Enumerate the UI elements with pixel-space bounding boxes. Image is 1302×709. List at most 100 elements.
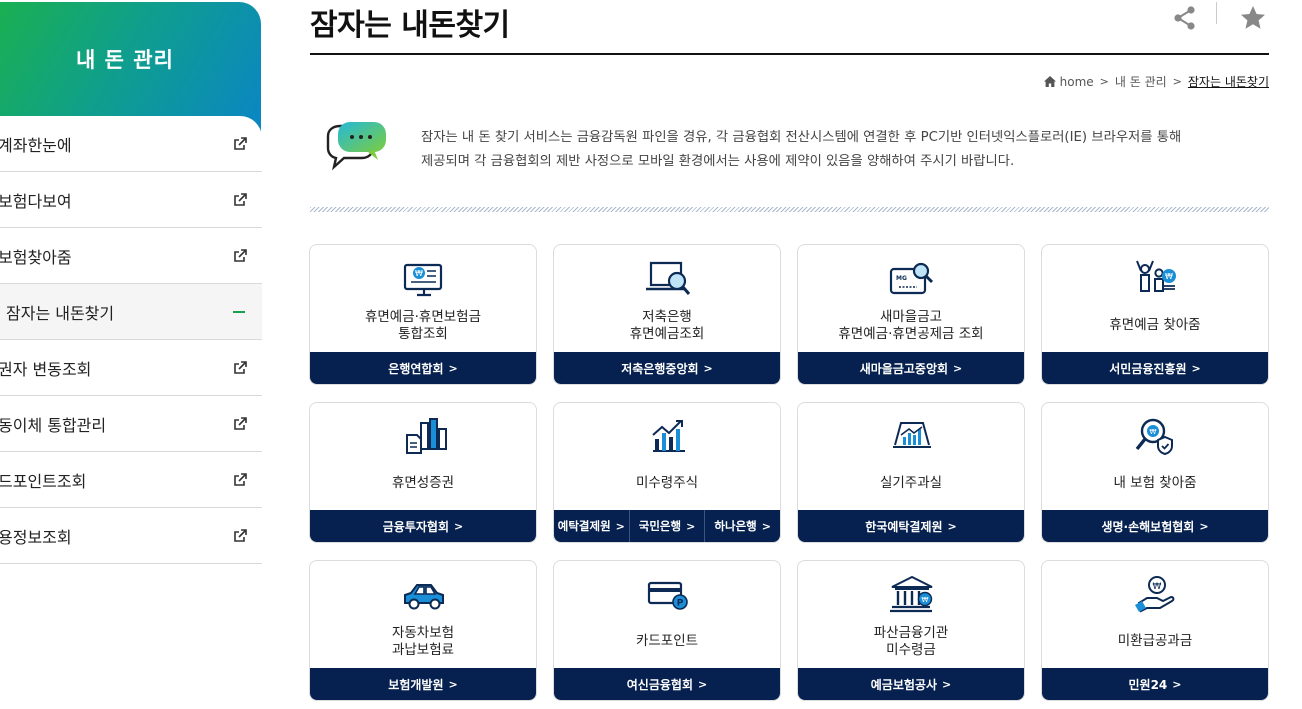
breadcrumb-current[interactable]: 잠자는 내돈찾기 bbox=[1188, 73, 1269, 90]
card-link-button[interactable]: 하나은행 > bbox=[705, 510, 780, 542]
favorite-star-icon[interactable] bbox=[1239, 4, 1267, 32]
card-link-button[interactable]: 예금보험공사 > bbox=[798, 668, 1024, 700]
card-title: 미수령주식 bbox=[635, 475, 699, 491]
service-card: ₩ 파산금융기관 미수령금 예금보험공사 > bbox=[797, 560, 1025, 701]
card-link-button[interactable]: 새마을금고중앙회 > bbox=[798, 352, 1024, 384]
card-link-button[interactable]: 민원24 > bbox=[1042, 668, 1268, 700]
notice-line: 제공되며 각 금융협회의 제반 사정으로 모바일 환경에서는 사용에 제약이 있… bbox=[421, 154, 1015, 169]
chevron-right-icon: > bbox=[448, 677, 458, 691]
card-link-button[interactable]: 여신금융협회 > bbox=[554, 668, 780, 700]
card-link-button[interactable]: 서민금융진흥원 > bbox=[1042, 352, 1268, 384]
home-icon[interactable] bbox=[1043, 76, 1056, 87]
sidebar-item[interactable]: 동이체 통합관리 bbox=[0, 396, 262, 452]
card-link-label: 예금보험공사 bbox=[870, 677, 938, 692]
chevron-right-icon: > bbox=[448, 361, 458, 375]
sidebar-item-label: 용정보조회 bbox=[0, 527, 72, 547]
sidebar-item-label: 권자 변동조회 bbox=[0, 359, 92, 379]
external-link-icon bbox=[234, 529, 247, 542]
service-card: ₩ 휴면예금 찾아줌 서민금융진흥원 > bbox=[1041, 244, 1269, 385]
card-link-label: 한국예탁결제원 bbox=[865, 519, 943, 534]
external-link-icon bbox=[234, 473, 247, 486]
card-title: 휴면예금 찾아줌 bbox=[1109, 317, 1201, 333]
card-link-label: 예탁결제원 bbox=[557, 519, 611, 533]
card-link-button[interactable]: 한국예탁결제원 > bbox=[798, 510, 1024, 542]
people-cheer-coin-icon: ₩ bbox=[1136, 260, 1176, 292]
chevron-right-icon: > bbox=[1172, 75, 1182, 88]
card-link-label: 국민은행 bbox=[638, 519, 682, 533]
sidebar-item-active[interactable]: 잠자는 내돈찾기 bbox=[0, 284, 262, 340]
chevron-right-icon: > bbox=[703, 361, 713, 375]
sidebar-title: 내 돈 관리 bbox=[76, 48, 174, 72]
hand-coin-icon: ₩ bbox=[1135, 576, 1175, 613]
svg-text:₩: ₩ bbox=[1153, 582, 1162, 592]
service-card: ₩ 내 보험 찾아줌 생명·손해보험협회 > bbox=[1041, 402, 1269, 543]
search-won-shield-icon: ₩ bbox=[1135, 418, 1173, 456]
sidebar-item-label: 드포인트조회 bbox=[0, 471, 87, 491]
card-title: 자동차보험 과납보험료 bbox=[391, 625, 455, 658]
title-divider bbox=[310, 53, 1269, 55]
chevron-right-icon: > bbox=[686, 519, 696, 533]
card-link-group: 예탁결제원 > 국민은행 > 하나은행 > bbox=[554, 510, 780, 542]
card-link-button[interactable]: 은행연합회 > bbox=[310, 352, 536, 384]
card-link-label: 은행연합회 bbox=[388, 361, 444, 376]
chevron-right-icon: > bbox=[1199, 519, 1209, 533]
monitor-won-icon: ₩ bbox=[403, 263, 443, 297]
share-icon[interactable] bbox=[1172, 5, 1198, 31]
sidebar-item[interactable]: 드포인트조회 bbox=[0, 452, 262, 508]
chevron-right-icon: > bbox=[947, 519, 957, 533]
svg-text:MG: MG bbox=[896, 275, 907, 282]
sidebar-item-label: 잠자는 내돈찾기 bbox=[6, 303, 115, 323]
mg-card-search-icon: MG bbox=[889, 262, 934, 295]
svg-text:₩: ₩ bbox=[1150, 428, 1157, 436]
external-link-icon bbox=[234, 137, 247, 150]
card-title: 새마을금고 휴면예금·휴면공제금 조회 bbox=[838, 309, 984, 342]
chevron-right-icon: > bbox=[698, 677, 708, 691]
sidebar-item[interactable]: 권자 변동조회 bbox=[0, 340, 262, 396]
chevron-right-icon: > bbox=[1099, 75, 1109, 88]
car-icon bbox=[404, 584, 444, 610]
external-link-icon bbox=[234, 361, 247, 374]
chevron-right-icon: > bbox=[761, 519, 771, 533]
card-link-label: 민원24 bbox=[1128, 677, 1168, 692]
svg-text:₩: ₩ bbox=[922, 596, 929, 604]
sidebar-item[interactable]: 보험찾아줌 bbox=[0, 228, 262, 284]
card-link-label: 저축은행중앙회 bbox=[621, 361, 699, 376]
breadcrumb-home[interactable]: home bbox=[1060, 75, 1094, 89]
breadcrumb-parent[interactable]: 내 돈 관리 bbox=[1115, 73, 1167, 90]
service-card: 자동차보험 과납보험료 보험개발원 > bbox=[309, 560, 537, 701]
card-title: 실기주과실 bbox=[879, 475, 943, 491]
card-link-button[interactable]: 예탁결제원 > bbox=[554, 510, 630, 542]
chevron-right-icon: > bbox=[454, 519, 464, 533]
card-link-button[interactable]: 국민은행 > bbox=[630, 510, 706, 542]
card-link-button[interactable]: 보험개발원 > bbox=[310, 668, 536, 700]
sidebar-item[interactable]: 보험다보여 bbox=[0, 172, 262, 228]
card-link-label: 서민금융진흥원 bbox=[1109, 361, 1187, 376]
sidebar-item[interactable]: 계좌한눈에 bbox=[0, 116, 262, 172]
card-title: 저축은행 휴면예금조회 bbox=[629, 309, 705, 342]
sidebar-item[interactable]: 용정보조회 bbox=[0, 508, 262, 564]
card-link-label: 새마을금고중앙회 bbox=[859, 361, 949, 376]
card-link-label: 보험개발원 bbox=[388, 677, 444, 692]
svg-text:₩: ₩ bbox=[1165, 272, 1173, 281]
card-link-label: 금융투자협회 bbox=[382, 519, 450, 534]
card-link-button[interactable]: 생명·손해보험협회 > bbox=[1042, 510, 1268, 542]
card-link-button[interactable]: 저축은행중앙회 > bbox=[554, 352, 780, 384]
external-link-icon bbox=[234, 249, 247, 262]
service-card: 휴면성증권 금융투자협회 > bbox=[309, 402, 537, 543]
service-card: P 카드포인트 여신금융협회 > bbox=[553, 560, 781, 701]
chat-bubble-icon bbox=[326, 122, 386, 171]
service-card: MG 새마을금고 휴면예금·휴면공제금 조회 새마을금고중앙회 > bbox=[797, 244, 1025, 385]
chevron-right-icon: > bbox=[1191, 361, 1201, 375]
notice-line: 잠자는 내 돈 찾기 서비스는 금융감독원 파인을 경유, 각 금융협회 전산시… bbox=[421, 130, 1182, 145]
card-title: 휴면예금·휴면보험금 통합조회 bbox=[364, 309, 482, 342]
chevron-right-icon: > bbox=[1172, 677, 1182, 691]
card-title: 미환급공과금 bbox=[1117, 633, 1193, 649]
easel-chart-icon bbox=[893, 422, 931, 448]
card-link-label: 여신금융협회 bbox=[626, 677, 694, 692]
chevron-right-icon: > bbox=[942, 677, 952, 691]
card-link-button[interactable]: 금융투자협회 > bbox=[310, 510, 536, 542]
chevron-right-icon: > bbox=[953, 361, 963, 375]
chevron-right-icon: > bbox=[615, 519, 625, 533]
sidebar-menu: 계좌한눈에 보험다보여 보험찾아줌 잠자는 내돈찾기 권자 변동조회 동이체 통… bbox=[0, 116, 262, 564]
external-link-icon bbox=[234, 417, 247, 430]
